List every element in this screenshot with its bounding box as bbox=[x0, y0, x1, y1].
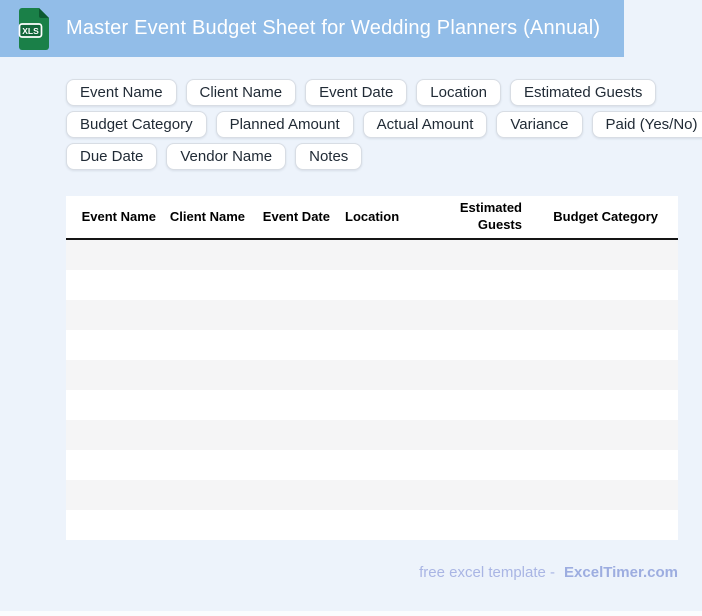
col-header-estimated-guests: Estimated Guests bbox=[459, 200, 522, 232]
col-header-client-name: Client Name bbox=[169, 208, 245, 224]
xls-file-icon: XLS bbox=[18, 7, 49, 50]
chip-location[interactable]: Location bbox=[416, 79, 502, 106]
chip-vendor-name[interactable]: Vendor Name bbox=[166, 143, 287, 170]
table-row bbox=[66, 510, 678, 540]
chip-row-3: Due Date Vendor Name Notes bbox=[66, 143, 702, 170]
table-row bbox=[66, 390, 678, 420]
col-header-budget-category: Budget Category bbox=[553, 208, 658, 224]
chip-notes[interactable]: Notes bbox=[295, 143, 363, 170]
chip-row-2: Budget Category Planned Amount Actual Am… bbox=[66, 111, 702, 138]
chip-event-date[interactable]: Event Date bbox=[305, 79, 408, 106]
chip-paid-yes-no[interactable]: Paid (Yes/No) bbox=[591, 111, 702, 138]
budget-sheet-table: Event Name Client Name Event Date Locati… bbox=[66, 196, 678, 540]
table-row bbox=[66, 480, 678, 510]
chip-actual-amount[interactable]: Actual Amount bbox=[362, 111, 488, 138]
page-title: Master Event Budget Sheet for Wedding Pl… bbox=[66, 17, 601, 39]
chip-planned-amount[interactable]: Planned Amount bbox=[215, 111, 354, 138]
chip-event-name[interactable]: Event Name bbox=[66, 79, 177, 106]
chip-budget-category[interactable]: Budget Category bbox=[66, 111, 207, 138]
table-row bbox=[66, 270, 678, 300]
footer-credit-text: free excel template - bbox=[419, 564, 556, 581]
col-header-event-date: Event Date bbox=[262, 208, 330, 224]
field-chips-group: Event Name Client Name Event Date Locati… bbox=[66, 79, 702, 175]
xls-icon-label: XLS bbox=[22, 25, 39, 35]
header-banner: XLS Master Event Budget Sheet for Weddin… bbox=[0, 0, 624, 57]
footer-credit: free excel template - ExcelTimer.com bbox=[419, 564, 678, 581]
bottom-strip bbox=[0, 611, 702, 616]
chip-client-name[interactable]: Client Name bbox=[185, 79, 297, 106]
chip-estimated-guests[interactable]: Estimated Guests bbox=[510, 79, 657, 106]
table-header-row: Event Name Client Name Event Date Locati… bbox=[66, 196, 678, 240]
table-row bbox=[66, 300, 678, 330]
table-row bbox=[66, 450, 678, 480]
footer-brand-link[interactable]: ExcelTimer.com bbox=[564, 564, 678, 581]
table-row bbox=[66, 360, 678, 390]
table-row bbox=[66, 330, 678, 360]
table-body bbox=[66, 240, 678, 540]
table-row bbox=[66, 420, 678, 450]
chip-variance[interactable]: Variance bbox=[496, 111, 583, 138]
chip-due-date[interactable]: Due Date bbox=[66, 143, 158, 170]
col-header-location: Location bbox=[345, 208, 400, 224]
table-row bbox=[66, 240, 678, 270]
chip-row-1: Event Name Client Name Event Date Locati… bbox=[66, 79, 702, 106]
col-header-event-name: Event Name bbox=[81, 208, 156, 224]
